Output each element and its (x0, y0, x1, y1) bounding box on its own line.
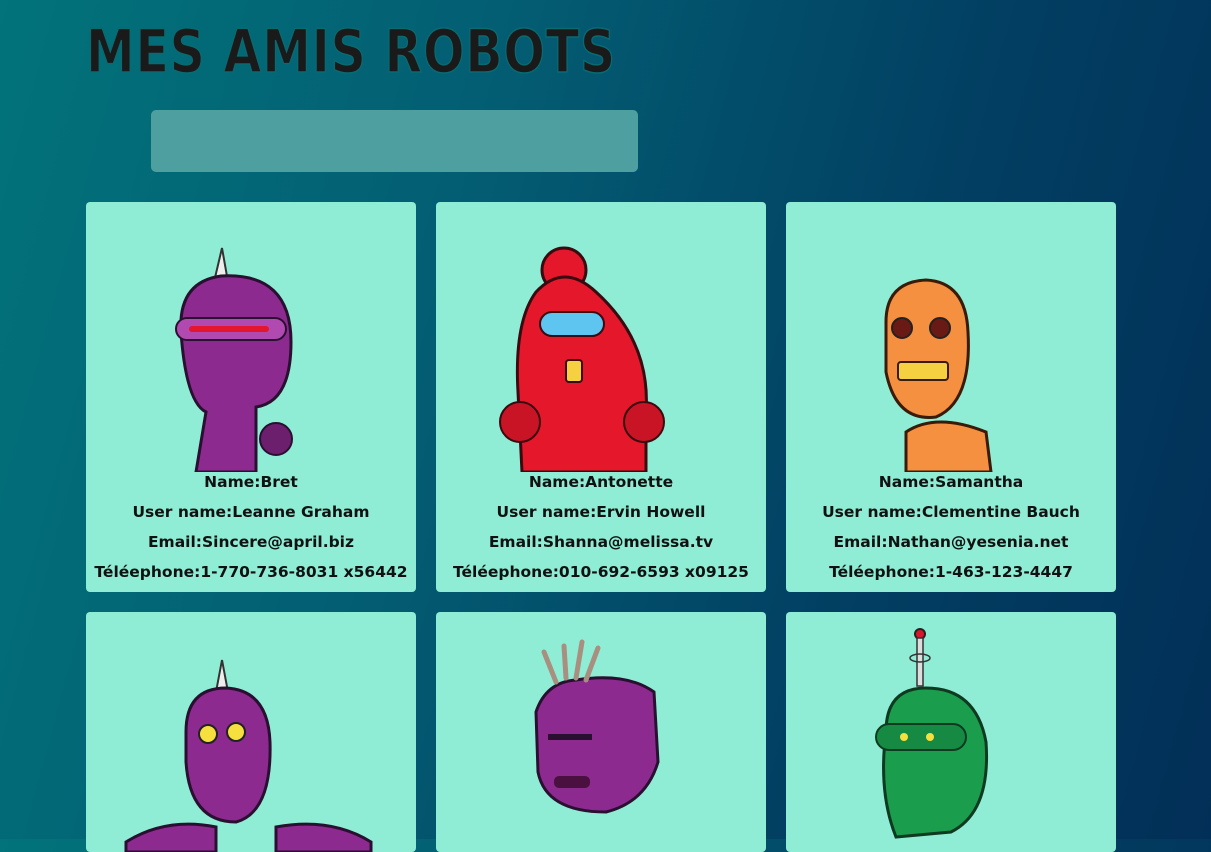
robot-card (436, 612, 766, 852)
robot-avatar (499, 246, 665, 472)
svg-text:MES AMIS ROBOTS: MES AMIS ROBOTS (86, 18, 616, 78)
search-input[interactable] (151, 110, 638, 172)
robot-username: User name:Clementine Bauch (822, 503, 1080, 521)
robot-email: Email:Sincere@april.biz (147, 533, 355, 551)
robot-phone: Téléephone:010-692-6593 x09125 (453, 563, 749, 581)
robot-email: Email:Nathan@yesenia.net (833, 533, 1069, 551)
robot-avatar (175, 247, 293, 472)
robot-info: Name:Antonette User name:Ervin Howell Em… (436, 473, 766, 592)
robot-username: User name:Ervin Howell (496, 503, 706, 521)
robot-phone: Téléephone:1-770-736-8031 x56442 (94, 563, 408, 581)
robot-name: Name:Samantha (878, 473, 1024, 491)
robot-avatar (534, 639, 660, 814)
app-title: MES AMIS ROBOTS (86, 18, 626, 78)
robot-card: Name:Bret User name:Leanne Graham Email:… (86, 202, 416, 592)
robot-email: Email:Shanna@melissa.tv (488, 533, 714, 551)
robot-card: Name:Antonette User name:Ervin Howell Em… (436, 202, 766, 592)
robot-name: Name:Bret (204, 473, 298, 491)
robot-card (786, 612, 1116, 852)
robot-avatar (875, 628, 989, 839)
robot-phone: Téléephone:1-463-123-4447 (829, 563, 1073, 581)
robot-info: Name:Bret User name:Leanne Graham Email:… (86, 473, 416, 592)
robot-username: User name:Leanne Graham (132, 503, 370, 521)
robot-info: Name:Samantha User name:Clementine Bauch… (786, 473, 1116, 592)
robot-card: Name:Samantha User name:Clementine Bauch… (786, 202, 1116, 592)
robot-avatar (124, 659, 373, 852)
robot-avatar (884, 278, 993, 472)
robot-card (86, 612, 416, 852)
robot-name: Name:Antonette (528, 473, 674, 491)
